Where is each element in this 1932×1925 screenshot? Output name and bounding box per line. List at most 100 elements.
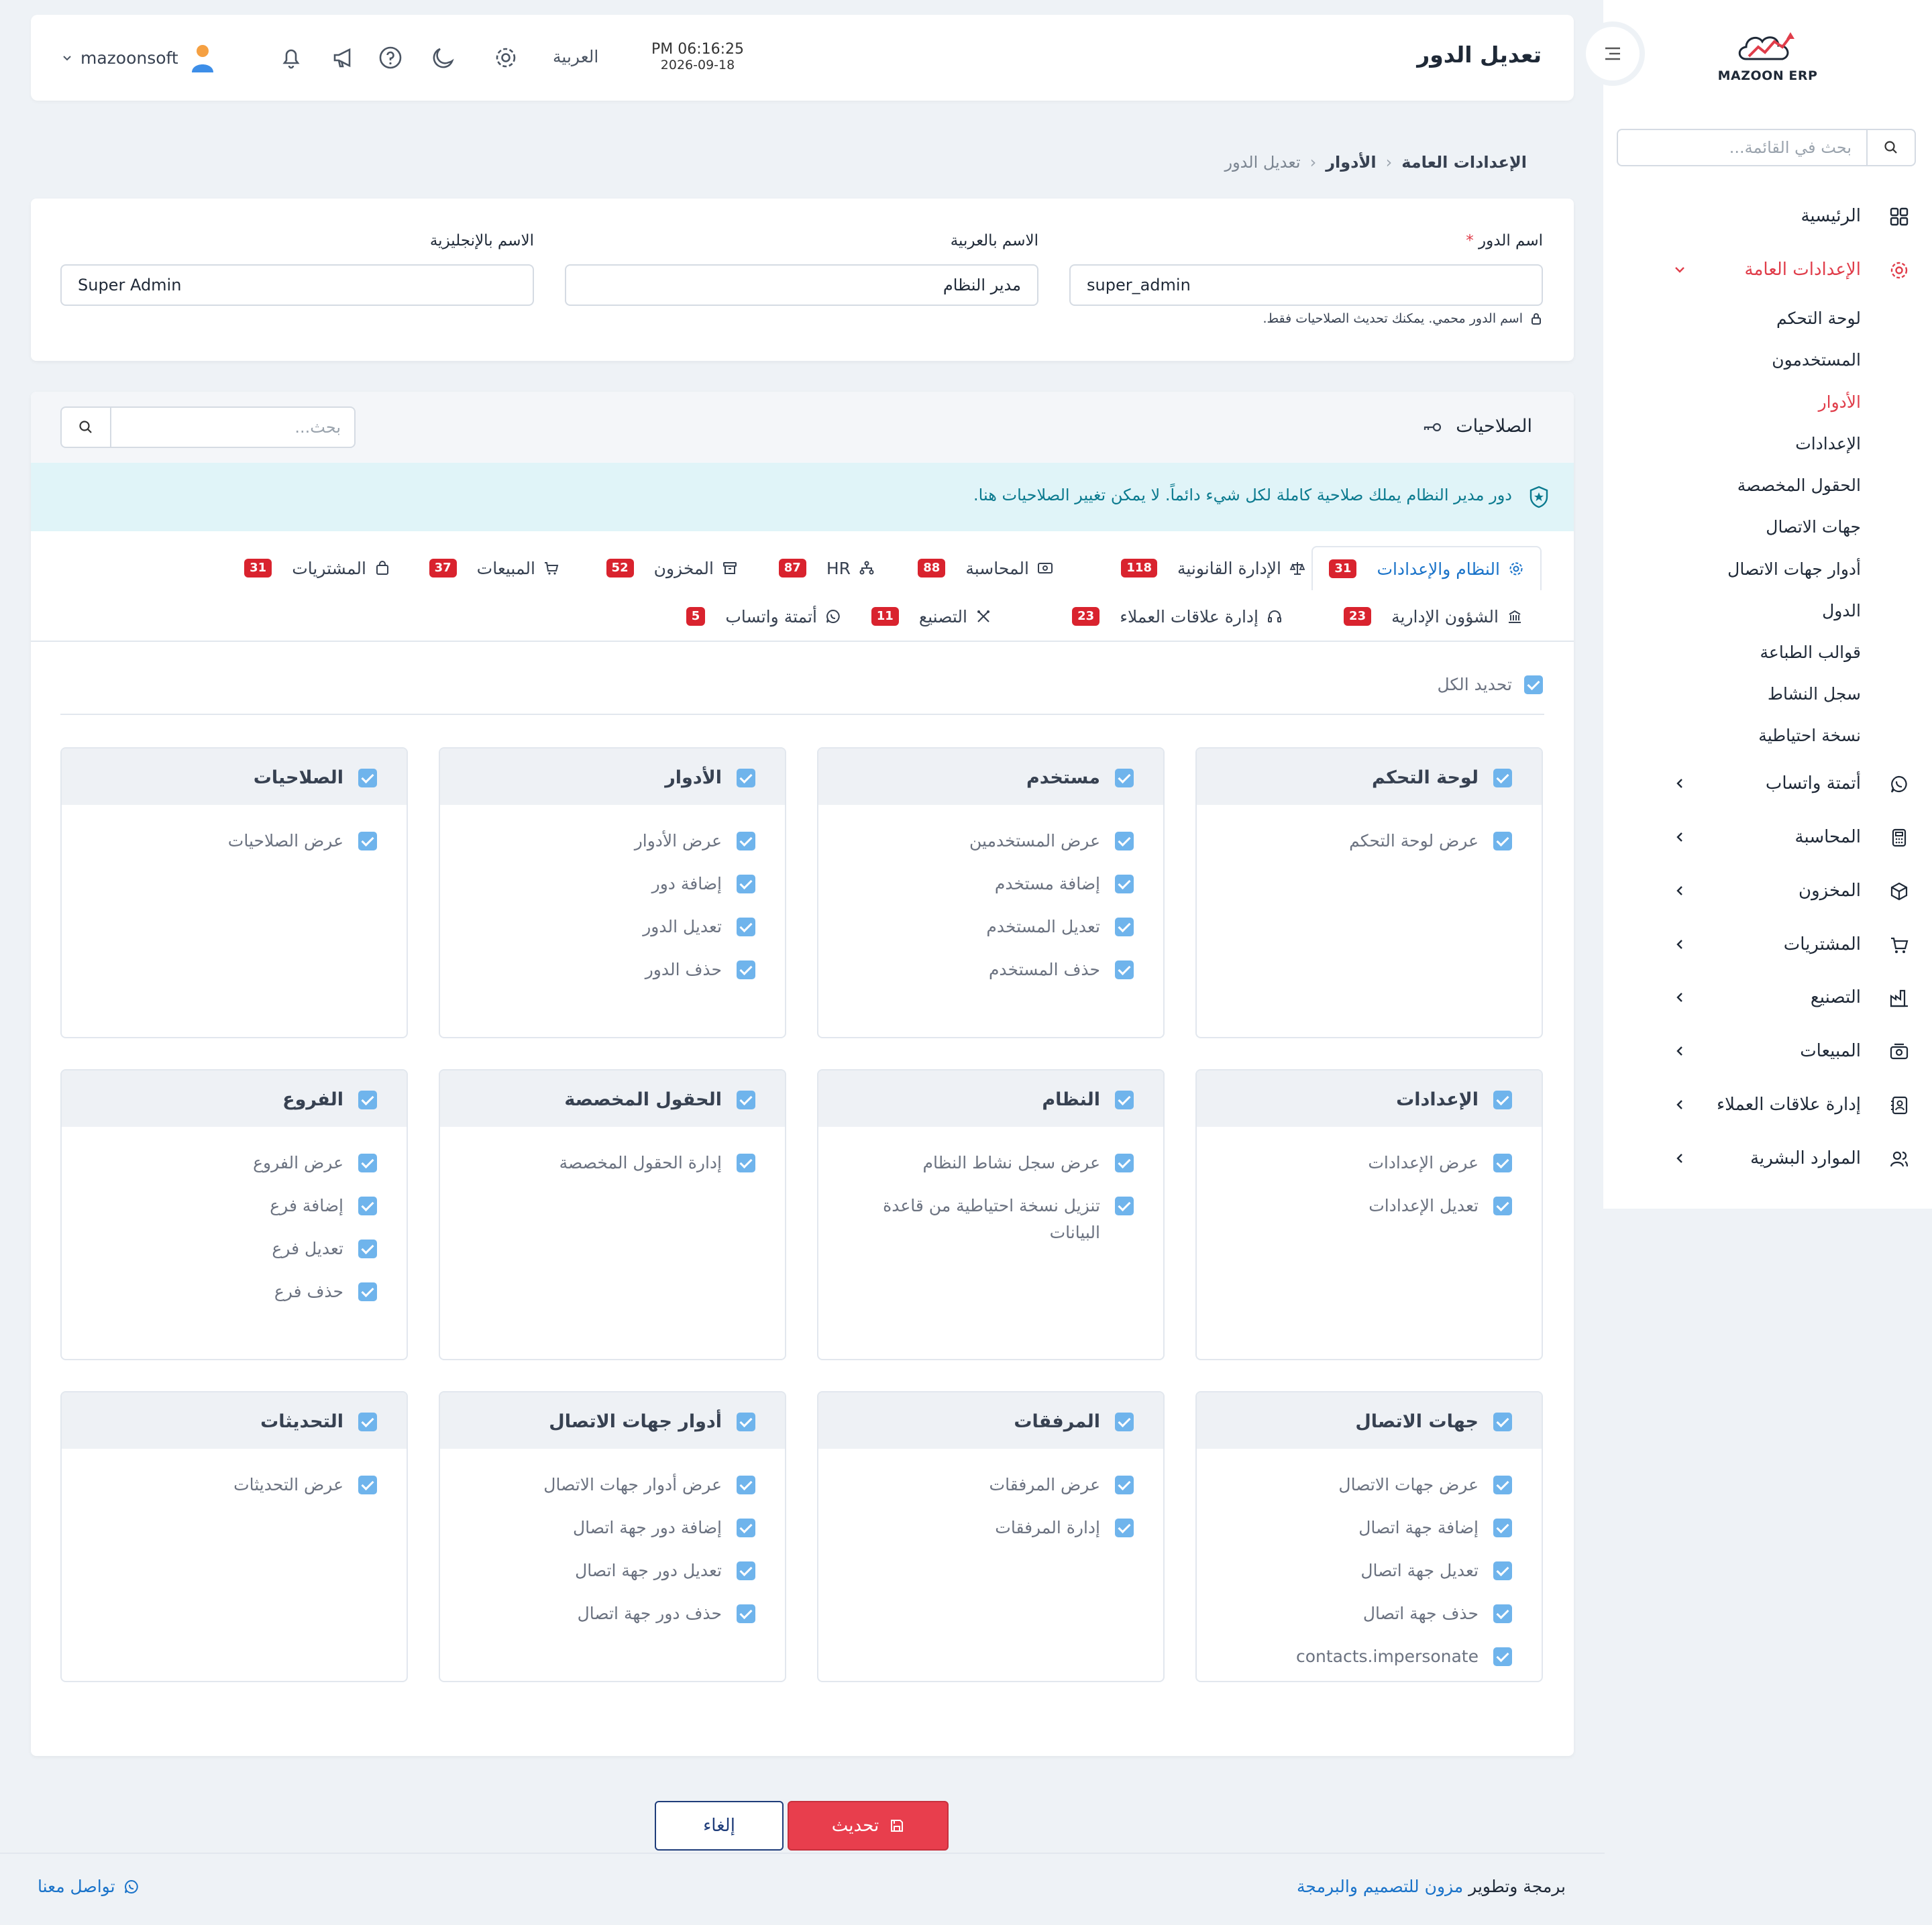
group-checkbox[interactable] <box>1493 1090 1512 1109</box>
tab-whatsapp-automation[interactable]: أتمتة واتساب 5 <box>686 594 841 639</box>
permission-item[interactable]: تعديل جهة اتصال <box>1360 1557 1512 1584</box>
sidebar-item-manufacturing[interactable]: التصنيع <box>1603 976 1932 1019</box>
group-checkbox[interactable] <box>1115 1090 1134 1109</box>
permission-checkbox[interactable] <box>737 832 755 850</box>
group-checkbox[interactable] <box>737 1412 755 1431</box>
sidebar-sub-print-templates[interactable]: قوالب الطباعة <box>1760 639 1861 666</box>
sidebar-sub-settings[interactable]: الإعدادات <box>1795 431 1861 457</box>
permission-item[interactable]: حذف فرع <box>274 1278 377 1305</box>
sidebar-sub-users[interactable]: المستخدمون <box>1772 347 1861 374</box>
permission-checkbox[interactable] <box>1493 1476 1512 1494</box>
permission-item[interactable]: عرض لوحة التحكم <box>1349 828 1512 855</box>
permission-item[interactable]: عرض جهات الاتصال <box>1338 1472 1512 1498</box>
permission-checkbox[interactable] <box>1115 918 1134 936</box>
group-checkbox[interactable] <box>358 768 377 787</box>
help-button[interactable] <box>377 44 404 71</box>
permissions-search-button[interactable] <box>62 408 111 447</box>
permission-checkbox[interactable] <box>1115 832 1134 850</box>
sidebar-item-purchases[interactable]: المشتريات <box>1603 923 1932 966</box>
sidebar-item-accounting[interactable]: المحاسبة <box>1603 816 1932 859</box>
permission-checkbox[interactable] <box>737 875 755 893</box>
permission-item[interactable]: حذف جهة اتصال <box>1363 1600 1512 1627</box>
tab-sales[interactable]: المبيعات 37 <box>429 546 559 590</box>
sidebar-sub-backup[interactable]: نسخة احتياطية <box>1758 722 1861 749</box>
group-checkbox[interactable] <box>1115 768 1134 787</box>
permission-item[interactable]: إدارة الحقول المخصصة <box>559 1150 755 1176</box>
sidebar-sub-contact-roles[interactable]: أدوار جهات الاتصال <box>1727 556 1861 583</box>
permission-group-title[interactable]: الحقول المخصصة <box>564 1089 755 1110</box>
brand-logo[interactable]: MAZOON ERP <box>1684 30 1851 91</box>
tab-crm[interactable]: إدارة علاقات العملاء 23 <box>1072 594 1283 639</box>
permission-checkbox[interactable] <box>1115 1154 1134 1172</box>
permission-item[interactable]: تعديل دور جهة اتصال <box>575 1557 755 1584</box>
settings-button[interactable] <box>492 44 519 71</box>
sidebar-sub-countries[interactable]: الدول <box>1822 598 1861 624</box>
arabic-name-field[interactable]: مدير النظام <box>565 264 1038 306</box>
permission-item[interactable]: تعديل المستخدم <box>986 914 1134 940</box>
permission-group-title[interactable]: المرفقات <box>1014 1411 1134 1432</box>
permission-checkbox[interactable] <box>1115 960 1134 979</box>
permission-item[interactable]: إضافة فرع <box>270 1193 377 1219</box>
permissions-search-input[interactable] <box>113 408 354 447</box>
tab-legal[interactable]: الإدارة القانونية 118 <box>1121 546 1305 590</box>
permission-group-title[interactable]: النظام <box>1042 1089 1134 1110</box>
permission-checkbox[interactable] <box>1493 1154 1512 1172</box>
permission-group-title[interactable]: جهات الاتصال <box>1355 1411 1512 1432</box>
footer-company-link[interactable]: مزون للتصميم والبرمجة <box>1297 1877 1463 1896</box>
permission-group-title[interactable]: التحديثات <box>260 1411 377 1432</box>
permission-checkbox[interactable] <box>1493 832 1512 850</box>
cancel-button[interactable]: إلغاء <box>655 1801 784 1851</box>
permission-checkbox[interactable] <box>737 918 755 936</box>
permission-group-title[interactable]: الأدوار <box>665 767 755 788</box>
permission-item[interactable]: contacts.impersonate <box>1296 1643 1512 1670</box>
menu-search-input[interactable] <box>1619 130 1865 165</box>
permission-checkbox[interactable] <box>1493 1197 1512 1215</box>
permission-checkbox[interactable] <box>737 1154 755 1172</box>
tab-manufacturing[interactable]: التصنيع 11 <box>871 594 991 639</box>
sidebar-sub-activity-log[interactable]: سجل النشاط <box>1768 681 1861 708</box>
tab-purchases[interactable]: المشتريات 31 <box>244 546 390 590</box>
breadcrumb-root[interactable]: الإعدادات العامة <box>1401 153 1527 172</box>
menu-search-button[interactable] <box>1866 130 1915 165</box>
permission-item[interactable]: تعديل الإعدادات <box>1368 1193 1512 1219</box>
user-menu[interactable]: mazoonsoft <box>62 42 219 74</box>
permission-item[interactable]: عرض الأدوار <box>635 828 755 855</box>
permission-checkbox[interactable] <box>737 1561 755 1580</box>
permission-group-title[interactable]: الفروع <box>282 1089 377 1110</box>
sidebar-sub-custom-fields[interactable]: الحقول المخصصة <box>1737 472 1861 499</box>
sidebar-item-inventory[interactable]: المخزون <box>1603 869 1932 912</box>
select-all-checkbox[interactable] <box>1524 675 1543 694</box>
permission-group-title[interactable]: مستخدم <box>1026 767 1134 788</box>
permission-item[interactable]: تعديل فرع <box>272 1235 377 1262</box>
permission-item[interactable]: تعديل الدور <box>643 914 755 940</box>
permission-item[interactable]: حذف الدور <box>645 956 755 983</box>
tab-accounting[interactable]: المحاسبة 88 <box>918 546 1053 590</box>
permission-checkbox[interactable] <box>358 1476 377 1494</box>
permission-item[interactable]: عرض الفروع <box>253 1150 377 1176</box>
select-all[interactable]: تحديد الكل <box>1437 675 1543 694</box>
permission-item[interactable]: إدارة المرفقات <box>995 1515 1134 1541</box>
tab-system-settings[interactable]: النظام والإعدادات 31 <box>1311 546 1542 590</box>
sidebar-item-whatsapp[interactable]: أتمتة واتساب <box>1603 762 1932 805</box>
group-checkbox[interactable] <box>358 1412 377 1431</box>
language-switch[interactable]: العربية <box>553 47 598 66</box>
permission-checkbox[interactable] <box>737 960 755 979</box>
sidebar-item-home[interactable]: الرئيسية <box>1603 195 1932 237</box>
permission-checkbox[interactable] <box>1115 875 1134 893</box>
update-button[interactable]: تحديث <box>788 1801 949 1851</box>
permission-checkbox[interactable] <box>358 1197 377 1215</box>
sidebar-item-crm[interactable]: إدارة علاقات العملاء <box>1603 1083 1932 1126</box>
tab-hr[interactable]: HR 87 <box>778 546 875 590</box>
permission-checkbox[interactable] <box>1493 1647 1512 1666</box>
group-checkbox[interactable] <box>1115 1412 1134 1431</box>
permission-item[interactable]: حذف المستخدم <box>989 956 1134 983</box>
permission-group-title[interactable]: الإعدادات <box>1396 1089 1512 1110</box>
permission-checkbox[interactable] <box>1115 1197 1134 1215</box>
permission-item[interactable]: إضافة مستخدم <box>995 871 1134 897</box>
sidebar-item-sales[interactable]: المبيعات <box>1603 1030 1932 1072</box>
tab-inventory[interactable]: المخزون 52 <box>606 546 738 590</box>
permission-item[interactable]: عرض الصلاحيات <box>228 828 377 855</box>
permission-checkbox[interactable] <box>358 1282 377 1301</box>
permission-item[interactable]: تنزيل نسخة احتياطية من قاعدة البيانات <box>845 1193 1134 1246</box>
group-checkbox[interactable] <box>737 1090 755 1109</box>
